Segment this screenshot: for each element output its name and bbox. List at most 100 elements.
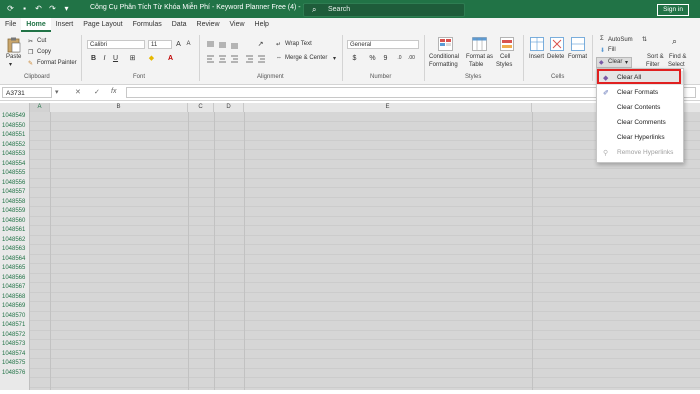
insert-button[interactable]: Insert — [529, 54, 544, 60]
search-box[interactable]: ⌕ Search — [303, 3, 465, 17]
delete-button[interactable]: Delete — [547, 54, 564, 60]
column-header-e[interactable]: E — [244, 103, 532, 112]
row-header[interactable]: 1048560 — [0, 217, 29, 227]
row-header[interactable]: 1048554 — [0, 160, 29, 170]
row-header[interactable]: 1048567 — [0, 283, 29, 293]
column-header-b[interactable]: B — [50, 103, 188, 112]
font-color-icon[interactable]: A — [166, 54, 175, 63]
row-header[interactable]: 1048558 — [0, 198, 29, 208]
insert-cells-icon[interactable] — [530, 37, 544, 51]
row-header[interactable]: 1048576 — [0, 369, 29, 379]
undo-icon[interactable]: ↶ — [34, 4, 43, 13]
row-header[interactable]: 1048566 — [0, 274, 29, 284]
row-header[interactable]: 1048569 — [0, 302, 29, 312]
increase-font-icon[interactable]: A — [174, 40, 183, 49]
tab-page-layout[interactable]: Page Layout — [78, 18, 127, 32]
copy-button[interactable]: Copy — [37, 49, 51, 55]
menu-item-clear-contents[interactable]: Clear Contents — [597, 101, 683, 115]
column-header-a[interactable]: A — [30, 103, 50, 112]
percent-button[interactable]: % — [368, 54, 377, 63]
column-header-c[interactable]: C — [188, 103, 214, 112]
paste-dropdown-icon[interactable]: ▾ — [9, 61, 12, 68]
row-header[interactable]: 1048551 — [0, 131, 29, 141]
conditional-formatting-label2[interactable]: Formatting — [429, 62, 458, 68]
tab-home[interactable]: Home — [21, 18, 51, 32]
name-box[interactable]: A3731 — [2, 87, 52, 98]
tab-help[interactable]: Help — [250, 18, 274, 32]
bold-button[interactable]: B — [89, 54, 98, 63]
format-as-table-icon[interactable] — [472, 37, 487, 51]
currency-button[interactable]: $ — [350, 54, 359, 63]
tab-data[interactable]: Data — [167, 18, 192, 32]
sort-filter-label[interactable]: Sort & — [647, 54, 664, 60]
row-header[interactable]: 1048571 — [0, 321, 29, 331]
paste-icon[interactable] — [7, 37, 21, 53]
row-header[interactable]: 1048555 — [0, 169, 29, 179]
name-box-dropdown-icon[interactable]: ▾ — [55, 88, 59, 96]
find-select-label[interactable]: Find & — [669, 54, 686, 60]
vertical-align-icons[interactable] — [206, 41, 256, 49]
tab-review[interactable]: Review — [192, 18, 225, 32]
cell-styles-label[interactable]: Cell — [500, 54, 510, 60]
fill-button[interactable]: Fill — [608, 47, 616, 53]
column-header-d[interactable]: D — [214, 103, 244, 112]
row-header[interactable]: 1048565 — [0, 264, 29, 274]
row-header[interactable]: 1048574 — [0, 350, 29, 360]
row-header[interactable]: 1048559 — [0, 207, 29, 217]
number-format-dropdown[interactable]: General — [347, 40, 419, 49]
sign-in-button[interactable]: Sign in — [657, 4, 689, 16]
menu-item-clear-hyperlinks[interactable]: Clear Hyperlinks — [597, 131, 683, 145]
comma-button[interactable]: 9 — [381, 54, 390, 63]
format-as-table-label[interactable]: Format as — [466, 54, 493, 60]
row-header[interactable]: 1048557 — [0, 188, 29, 198]
enter-icon[interactable]: ✓ — [94, 88, 100, 96]
orientation-icon[interactable]: ↗ — [256, 40, 265, 49]
row-header[interactable]: 1048561 — [0, 226, 29, 236]
cell-styles-icon[interactable] — [500, 37, 514, 51]
decrease-decimal-icon[interactable]: .00 — [407, 54, 416, 63]
clear-button[interactable]: ◆ Clear ▾ — [596, 57, 632, 68]
customize-qat-icon[interactable]: ▾ — [62, 4, 71, 13]
autosum-button[interactable]: AutoSum — [608, 37, 633, 43]
wrap-text-button[interactable]: Wrap Text — [285, 41, 312, 47]
redo-icon[interactable]: ↷ — [48, 4, 57, 13]
menu-item-clear-comments[interactable]: Clear Comments — [597, 116, 683, 130]
font-name-dropdown[interactable]: Calibri — [87, 40, 145, 49]
format-as-table-label2[interactable]: Table — [469, 62, 483, 68]
borders-icon[interactable]: ⊞ — [128, 54, 137, 63]
merge-dropdown-icon[interactable]: ▾ — [333, 55, 336, 62]
increase-decimal-icon[interactable]: .0 — [395, 54, 404, 63]
italic-button[interactable]: I — [100, 54, 109, 63]
tab-file[interactable]: File — [0, 18, 21, 32]
row-header[interactable]: 1048556 — [0, 179, 29, 189]
underline-button[interactable]: U — [111, 54, 120, 63]
fill-color-icon[interactable]: ◆ — [147, 54, 156, 63]
row-header[interactable]: 1048553 — [0, 150, 29, 160]
conditional-formatting-label[interactable]: Conditional — [429, 54, 459, 60]
autosave-icon[interactable]: ⟳ — [6, 4, 15, 13]
paste-button[interactable]: Paste — [6, 54, 21, 60]
row-header[interactable]: 1048573 — [0, 340, 29, 350]
row-header[interactable]: 1048572 — [0, 331, 29, 341]
font-size-dropdown[interactable]: 11 — [148, 40, 172, 49]
row-header[interactable]: 1048562 — [0, 236, 29, 246]
menu-item-clear-formats[interactable]: ✐ Clear Formats — [597, 86, 683, 100]
insert-function-icon[interactable]: fx — [111, 88, 116, 95]
row-header[interactable]: 1048550 — [0, 122, 29, 132]
cancel-icon[interactable]: ✕ — [75, 88, 81, 96]
tab-insert[interactable]: Insert — [51, 18, 79, 32]
format-cells-icon[interactable] — [571, 37, 585, 51]
row-header[interactable]: 1048564 — [0, 255, 29, 265]
row-header[interactable]: 1048575 — [0, 359, 29, 369]
row-header[interactable]: 1048563 — [0, 245, 29, 255]
delete-cells-icon[interactable] — [550, 37, 564, 51]
row-header[interactable]: 1048552 — [0, 141, 29, 151]
row-header[interactable]: 1048570 — [0, 312, 29, 322]
row-header[interactable]: 1048568 — [0, 293, 29, 303]
horizontal-align-icons[interactable] — [206, 55, 266, 63]
tab-view[interactable]: View — [225, 18, 250, 32]
cell-styles-label2[interactable]: Styles — [496, 62, 512, 68]
save-icon[interactable]: ▪ — [20, 4, 29, 13]
decrease-font-icon[interactable]: A — [184, 40, 193, 49]
tab-formulas[interactable]: Formulas — [128, 18, 167, 32]
